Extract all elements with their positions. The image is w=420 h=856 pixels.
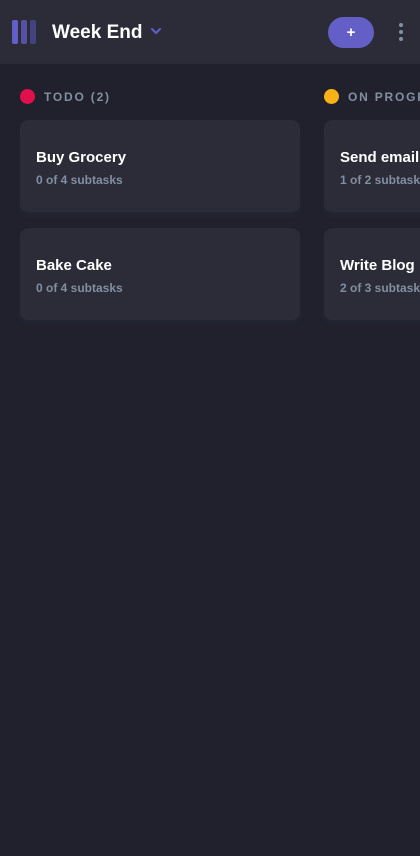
column-in-progress: ON PROGRESS (2) Send email 1 of 2 subtas… — [324, 88, 420, 336]
column-title: TODO (2) — [44, 90, 111, 104]
todo-status-dot — [20, 89, 35, 104]
task-subtask-count: 0 of 4 subtasks — [36, 173, 123, 187]
task-title: Send email — [340, 149, 420, 166]
top-bar: Week End + — [0, 0, 420, 64]
add-task-button[interactable]: + — [328, 17, 374, 48]
task-card[interactable]: Write Blog 2 of 3 subtasks — [324, 228, 420, 320]
kanban-logo-icon — [12, 20, 36, 44]
column-title: ON PROGRESS (2) — [348, 90, 420, 104]
column-todo: TODO (2) Buy Grocery 0 of 4 subtasks Bak… — [20, 88, 300, 336]
board-title[interactable]: Week End — [52, 20, 142, 46]
task-card[interactable]: Bake Cake 0 of 4 subtasks — [20, 228, 300, 320]
board: TODO (2) Buy Grocery 0 of 4 subtasks Bak… — [0, 64, 420, 856]
column-header: ON PROGRESS (2) — [324, 88, 420, 106]
vertical-ellipsis-icon[interactable] — [392, 20, 410, 44]
task-subtask-count: 0 of 4 subtasks — [36, 281, 123, 295]
chevron-down-icon[interactable] — [150, 26, 162, 36]
task-title: Buy Grocery — [36, 149, 127, 166]
add-task-label: + — [346, 24, 356, 41]
task-title: Bake Cake — [36, 257, 112, 274]
task-title: Write Blog — [340, 257, 415, 274]
task-card[interactable]: Send email 1 of 2 subtasks — [324, 120, 420, 212]
in-progress-status-dot — [324, 89, 339, 104]
column-header: TODO (2) — [20, 88, 300, 106]
task-card[interactable]: Buy Grocery 0 of 4 subtasks — [20, 120, 300, 212]
task-subtask-count: 1 of 2 subtasks — [340, 173, 420, 187]
task-subtask-count: 2 of 3 subtasks — [340, 281, 420, 295]
